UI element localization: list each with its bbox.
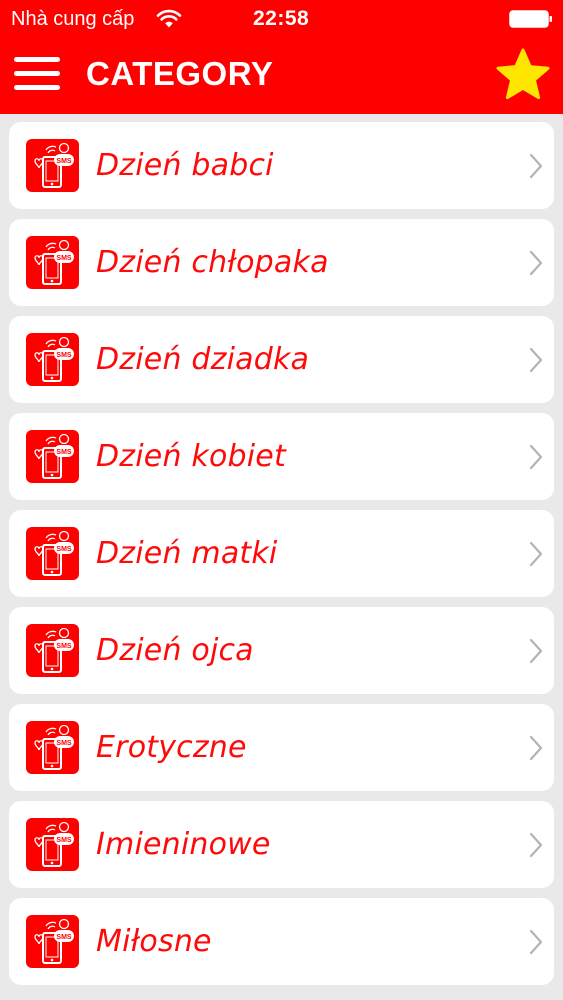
svg-text:SMS: SMS <box>56 643 72 650</box>
chevron-right-icon <box>529 929 543 955</box>
svg-text:SMS: SMS <box>56 352 72 359</box>
category-list: SMS Dzień babci SMS Dzień chłopaka SMS Dzień … <box>0 114 563 1000</box>
category-row[interactable]: SMS Erotyczne <box>9 704 554 791</box>
category-label: Dzień babci <box>96 148 274 183</box>
chevron-right-icon <box>529 832 543 858</box>
category-row[interactable]: SMS Dzień ojca <box>9 607 554 694</box>
chevron-right-icon <box>529 153 543 179</box>
favorites-star-icon[interactable] <box>494 47 552 103</box>
sms-phone-icon: SMS <box>26 236 79 289</box>
svg-text:SMS: SMS <box>56 449 72 456</box>
category-row[interactable]: SMS Dzień chłopaka <box>9 219 554 306</box>
sms-phone-icon: SMS <box>26 818 79 871</box>
sms-phone-icon: SMS <box>26 430 79 483</box>
svg-text:SMS: SMS <box>56 934 72 941</box>
chevron-right-icon <box>529 541 543 567</box>
category-row[interactable]: SMS Dzień babci <box>9 122 554 209</box>
svg-text:SMS: SMS <box>56 740 72 747</box>
category-row[interactable]: SMS Miłosne <box>9 898 554 985</box>
chevron-right-icon <box>529 444 543 470</box>
category-row[interactable]: SMS Dzień matki <box>9 510 554 597</box>
category-row[interactable]: SMS Dzień kobiet <box>9 413 554 500</box>
svg-text:SMS: SMS <box>56 546 72 553</box>
battery-icon <box>509 10 552 28</box>
category-row[interactable]: SMS Imieninowe <box>9 801 554 888</box>
svg-text:SMS: SMS <box>56 837 72 844</box>
wifi-icon <box>156 9 182 28</box>
category-label: Dzień ojca <box>96 633 254 668</box>
sms-phone-icon: SMS <box>26 139 79 192</box>
category-label: Miłosne <box>96 924 212 959</box>
sms-phone-icon: SMS <box>26 333 79 386</box>
chevron-right-icon <box>529 735 543 761</box>
sms-phone-icon: SMS <box>26 915 79 968</box>
category-label: Imieninowe <box>96 827 271 862</box>
chevron-right-icon <box>529 347 543 373</box>
category-label: Dzień matki <box>96 536 278 571</box>
hamburger-menu-icon[interactable] <box>14 55 60 93</box>
page-title: CATEGORY <box>86 55 274 92</box>
sms-phone-icon: SMS <box>26 721 79 774</box>
app-header: Nhà cung cấp 22:58 CATEGORY <box>0 0 563 114</box>
category-label: Dzień kobiet <box>96 439 286 474</box>
category-row[interactable]: SMS Dzień dziadka <box>9 316 554 403</box>
carrier-name: Nhà cung cấp <box>11 8 135 30</box>
category-label: Dzień chłopaka <box>96 245 329 280</box>
category-label: Erotyczne <box>96 730 247 765</box>
chevron-right-icon <box>529 638 543 664</box>
sms-phone-icon: SMS <box>26 624 79 677</box>
category-label: Dzień dziadka <box>96 342 310 377</box>
navigation-bar: CATEGORY <box>0 38 563 114</box>
svg-text:SMS: SMS <box>56 255 72 262</box>
svg-text:SMS: SMS <box>56 158 72 165</box>
status-time: 22:58 <box>253 7 310 30</box>
status-bar: Nhà cung cấp 22:58 <box>0 0 563 38</box>
chevron-right-icon <box>529 250 543 276</box>
sms-phone-icon: SMS <box>26 527 79 580</box>
